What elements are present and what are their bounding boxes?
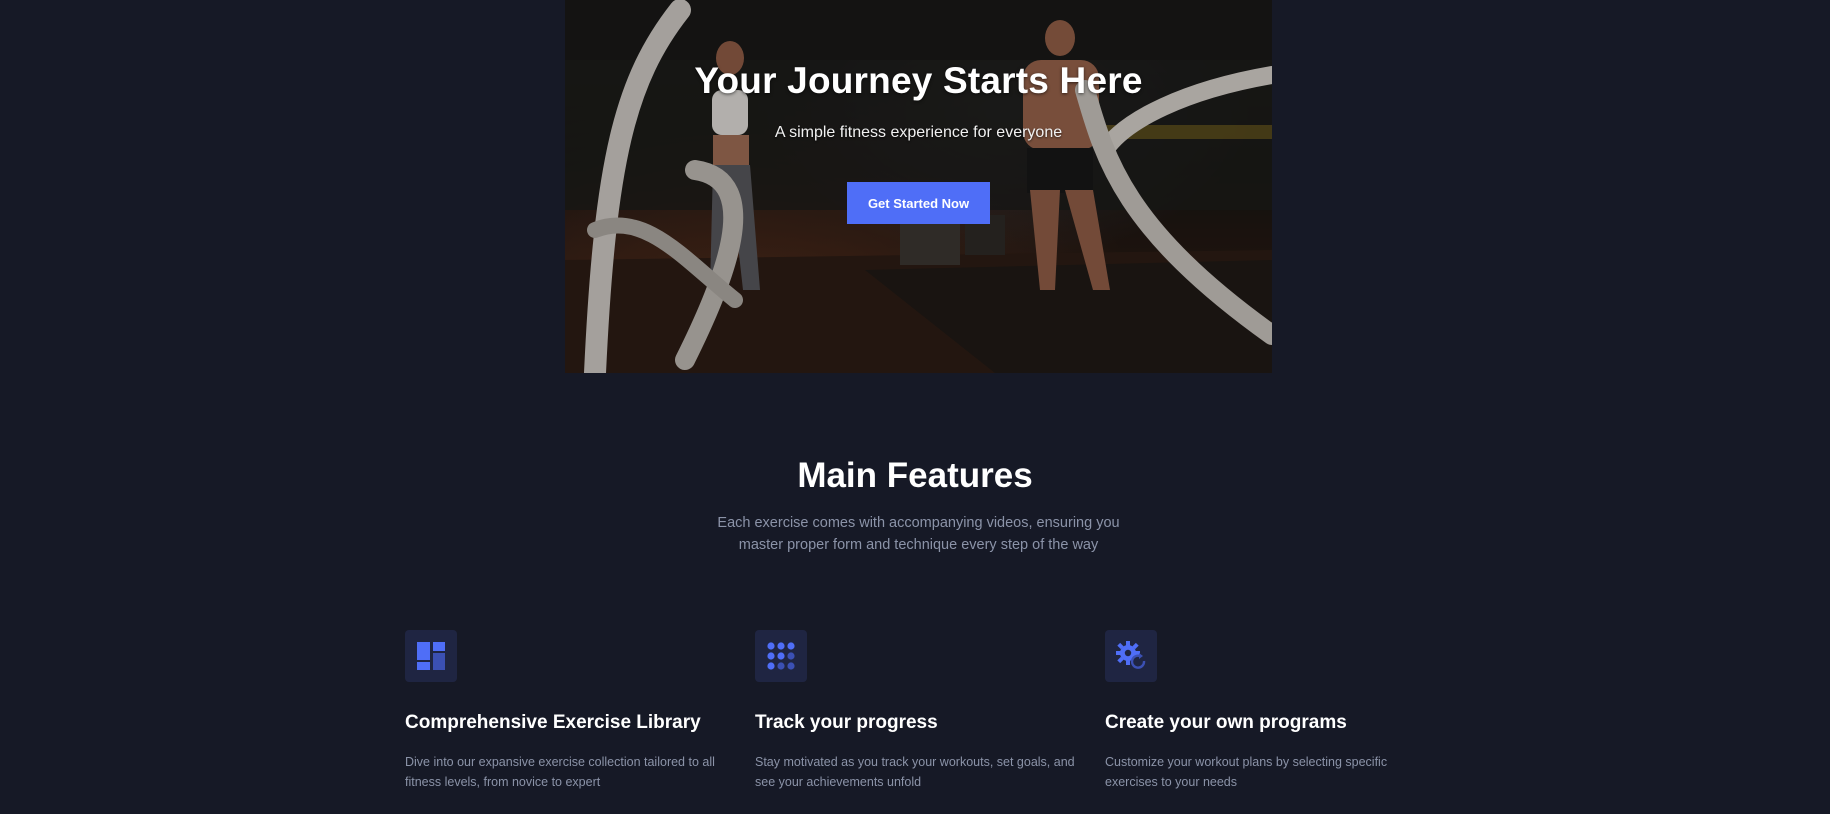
hero-banner: Your Journey Starts Here A simple fitnes…: [565, 0, 1272, 373]
feature-icon-box: [755, 630, 807, 682]
landing-page: Your Journey Starts Here A simple fitnes…: [0, 0, 1830, 814]
features-description: Each exercise comes with accompanying vi…: [717, 515, 1120, 553]
feature-card-track-progress: Track your progress Stay motivated as yo…: [755, 630, 1075, 792]
feature-icon-box: [1105, 630, 1157, 682]
get-started-button[interactable]: Get Started Now: [847, 182, 990, 224]
hero-subtitle: A simple fitness experience for everyone: [774, 124, 1063, 141]
feature-icon-box: [405, 630, 457, 682]
feature-card-create-programs: Create your own programs Customize your …: [1105, 630, 1425, 792]
feature-card-exercise-library: Comprehensive Exercise Library Dive into…: [405, 630, 725, 792]
dashboard-icon: [417, 642, 445, 670]
feature-title: Comprehensive Exercise Library: [405, 712, 701, 733]
hero-title: Your Journey Starts Here: [694, 60, 1143, 101]
gear-refresh-icon: [1116, 641, 1146, 669]
grid-dots-icon: [767, 642, 795, 670]
feature-title: Create your own programs: [1105, 712, 1347, 733]
feature-description: Dive into our expansive exercise collect…: [405, 755, 715, 789]
feature-title: Track your progress: [755, 712, 938, 733]
feature-description: Stay motivated as you track your workout…: [755, 755, 1075, 789]
features-title: Main Features: [797, 456, 1033, 495]
feature-description: Customize your workout plans by selectin…: [1105, 755, 1388, 789]
